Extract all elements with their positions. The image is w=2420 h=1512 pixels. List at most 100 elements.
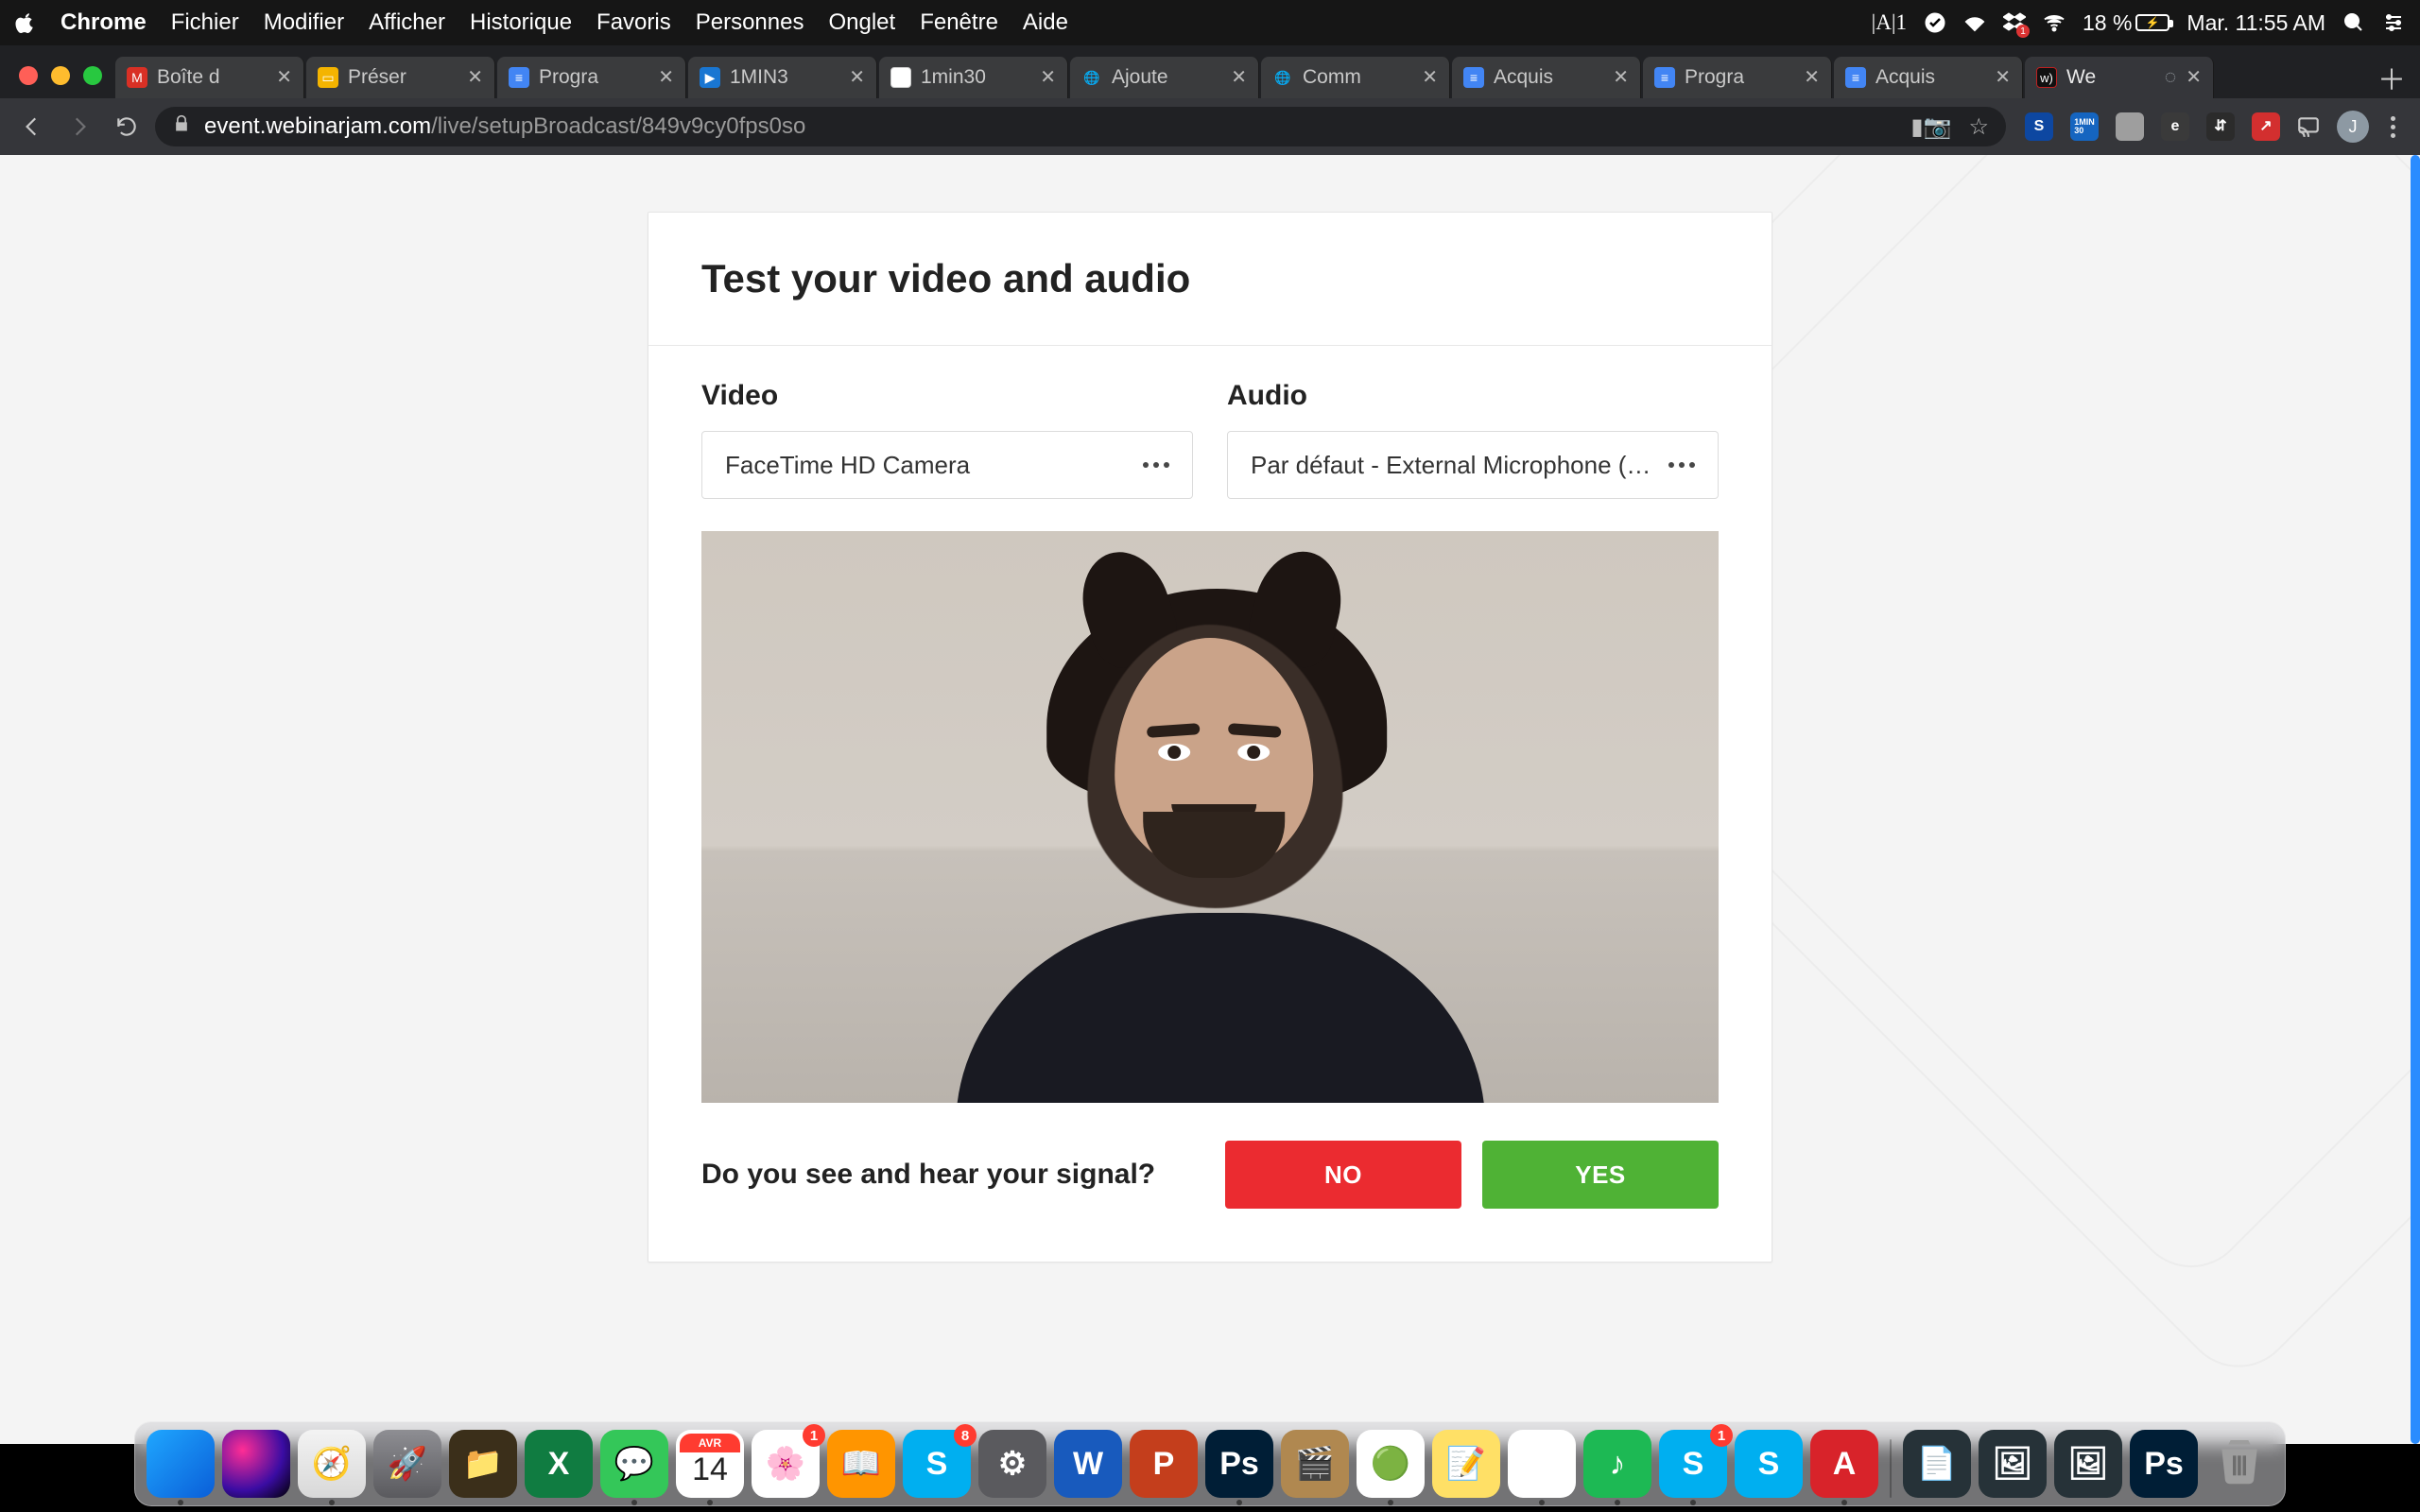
- menu-personnes[interactable]: Personnes: [696, 9, 804, 36]
- address-bar[interactable]: event.webinarjam.com/live/setupBroadcast…: [155, 107, 2006, 146]
- browser-tab[interactable]: ≡Progra✕: [497, 57, 686, 98]
- adobe-cc-status-icon[interactable]: |A| 1: [1872, 10, 1907, 35]
- menu-afficher[interactable]: Afficher: [369, 9, 445, 36]
- tab-close-icon[interactable]: ✕: [1804, 68, 1820, 87]
- browser-tab[interactable]: ≡Progra✕: [1643, 57, 1832, 98]
- wifi-alt-icon[interactable]: [1963, 11, 1986, 34]
- dock-app-stickies[interactable]: 📝: [1432, 1430, 1500, 1498]
- dock-app-skype2[interactable]: S8: [903, 1430, 971, 1498]
- menu-fenetre[interactable]: Fenêtre: [920, 9, 998, 36]
- tab-close-icon[interactable]: ✕: [1422, 68, 1438, 87]
- cast-icon[interactable]: [2290, 108, 2327, 146]
- dock-app-doc3[interactable]: 🖼: [2054, 1430, 2122, 1498]
- nav-forward-button[interactable]: [60, 108, 98, 146]
- dock-trash[interactable]: [2205, 1430, 2273, 1498]
- dock-app-ibooks[interactable]: 📖: [827, 1430, 895, 1498]
- browser-tab[interactable]: 🌐Comm✕: [1261, 57, 1450, 98]
- battery-percent-label: 18 %: [2083, 10, 2132, 36]
- camera-preview: [701, 531, 1719, 1103]
- browser-tab[interactable]: ▶1MIN3✕: [688, 57, 877, 98]
- nav-reload-button[interactable]: [108, 108, 146, 146]
- video-device-select[interactable]: FaceTime HD Camera: [701, 431, 1193, 499]
- slides-favicon-icon: ▭: [318, 67, 338, 88]
- new-tab-button[interactable]: ＋: [2373, 59, 2411, 96]
- tab-close-icon[interactable]: ✕: [849, 68, 865, 87]
- yes-button[interactable]: YES: [1482, 1141, 1719, 1209]
- browser-tab[interactable]: w)We◌✕: [2025, 57, 2214, 98]
- menu-fichier[interactable]: Fichier: [171, 9, 239, 36]
- window-zoom-icon[interactable]: [83, 66, 102, 85]
- dock-app-ps-doc[interactable]: Ps: [2130, 1430, 2198, 1498]
- control-center-icon[interactable]: [2382, 11, 2405, 34]
- dock-app-excel[interactable]: X: [525, 1430, 593, 1498]
- browser-tab[interactable]: 🌐Ajoute✕: [1070, 57, 1259, 98]
- spotlight-search-icon[interactable]: [2342, 11, 2365, 34]
- url-text: event.webinarjam.com/live/setupBroadcast…: [204, 113, 805, 140]
- dock-app-beekeeper[interactable]: 📁: [449, 1430, 517, 1498]
- browser-tab[interactable]: 141min30✕: [879, 57, 1068, 98]
- dock-app-doc2[interactable]: 🖼: [1979, 1430, 2047, 1498]
- dock-app-settings[interactable]: ⚙︎: [978, 1430, 1046, 1498]
- menu-favoris[interactable]: Favoris: [596, 9, 671, 36]
- dock-app-photos[interactable]: 🌸1: [752, 1430, 820, 1498]
- extension-evernote-icon[interactable]: e: [2161, 112, 2189, 141]
- wifi-icon[interactable]: [2043, 11, 2066, 34]
- window-minimize-icon[interactable]: [51, 66, 70, 85]
- dock-app-skype-alt[interactable]: S: [1735, 1430, 1803, 1498]
- menubar-clock[interactable]: Mar. 11:55 AM: [2187, 10, 2325, 36]
- tab-close-icon[interactable]: ✕: [1231, 68, 1247, 87]
- dock-app-spotify[interactable]: ♪: [1583, 1430, 1651, 1498]
- tab-close-icon[interactable]: ✕: [276, 68, 292, 87]
- dock-app-notes[interactable]: 🗒: [1508, 1430, 1576, 1498]
- dropbox-status-icon[interactable]: 1: [2003, 11, 2026, 34]
- dock-app-messages[interactable]: 💬: [600, 1430, 668, 1498]
- extension-ext-grey-icon[interactable]: [2116, 112, 2144, 141]
- dock-app-finder[interactable]: [147, 1430, 215, 1498]
- tab-close-icon[interactable]: ✕: [1613, 68, 1629, 87]
- battery-status[interactable]: 18 % ⚡: [2083, 10, 2169, 36]
- chrome-menu-button[interactable]: [2378, 116, 2407, 138]
- dock-app-acrobat[interactable]: A: [1810, 1430, 1878, 1498]
- page-scrollbar[interactable]: [2411, 155, 2420, 1444]
- status-check-icon[interactable]: [1924, 11, 1946, 34]
- tab-title: Préser: [348, 66, 458, 89]
- window-traffic-lights[interactable]: [9, 66, 115, 98]
- dock-app-chrome[interactable]: 🟢: [1357, 1430, 1425, 1498]
- extension-ext-red-icon[interactable]: ↗: [2252, 112, 2280, 141]
- browser-tab[interactable]: ≡Acquis✕: [1452, 57, 1641, 98]
- menu-aide[interactable]: Aide: [1023, 9, 1068, 36]
- browser-tab[interactable]: MBoîte d✕: [115, 57, 304, 98]
- no-button[interactable]: NO: [1225, 1141, 1461, 1209]
- menu-modifier[interactable]: Modifier: [264, 9, 344, 36]
- tab-close-icon[interactable]: ✕: [2186, 68, 2202, 87]
- tab-close-icon[interactable]: ✕: [658, 68, 674, 87]
- extension-ext-dark-icon[interactable]: ⇵: [2206, 112, 2235, 141]
- menu-onglet[interactable]: Onglet: [828, 9, 895, 36]
- bookmark-star-icon[interactable]: ☆: [1968, 113, 1989, 141]
- menubar-app-name[interactable]: Chrome: [60, 9, 147, 36]
- tab-close-icon[interactable]: ✕: [1995, 68, 2011, 87]
- tab-close-icon[interactable]: ✕: [1040, 68, 1056, 87]
- camera-indicator-icon[interactable]: ▮📷: [1910, 113, 1951, 141]
- chrome-profile-avatar[interactable]: J: [2337, 111, 2369, 143]
- window-close-icon[interactable]: [19, 66, 38, 85]
- audio-device-select[interactable]: Par défaut - External Microphone (…: [1227, 431, 1719, 499]
- nav-back-button[interactable]: [13, 108, 51, 146]
- dock-app-skype[interactable]: S1: [1659, 1430, 1727, 1498]
- menu-historique[interactable]: Historique: [470, 9, 572, 36]
- dock-app-doc1[interactable]: 📄: [1903, 1430, 1971, 1498]
- dock-app-clips[interactable]: 🎬: [1281, 1430, 1349, 1498]
- extension-1min30-icon[interactable]: 1MIN 30: [2070, 112, 2099, 141]
- dock-app-word[interactable]: W: [1054, 1430, 1122, 1498]
- apple-menu-icon[interactable]: [15, 12, 36, 33]
- dock-app-safari[interactable]: 🧭: [298, 1430, 366, 1498]
- extension-similarweb-icon[interactable]: S: [2025, 112, 2053, 141]
- browser-tab[interactable]: ▭ Préser ✕: [306, 57, 495, 98]
- dock-app-photoshop[interactable]: Ps: [1205, 1430, 1273, 1498]
- dock-app-powerpoint[interactable]: P: [1130, 1430, 1198, 1498]
- dock-app-siri[interactable]: [222, 1430, 290, 1498]
- tab-close-icon[interactable]: ✕: [467, 68, 483, 87]
- dock-app-launchpad[interactable]: 🚀: [373, 1430, 441, 1498]
- browser-tab[interactable]: ≡Acquis✕: [1834, 57, 2023, 98]
- dock-app-calendar[interactable]: AVR14: [676, 1430, 744, 1498]
